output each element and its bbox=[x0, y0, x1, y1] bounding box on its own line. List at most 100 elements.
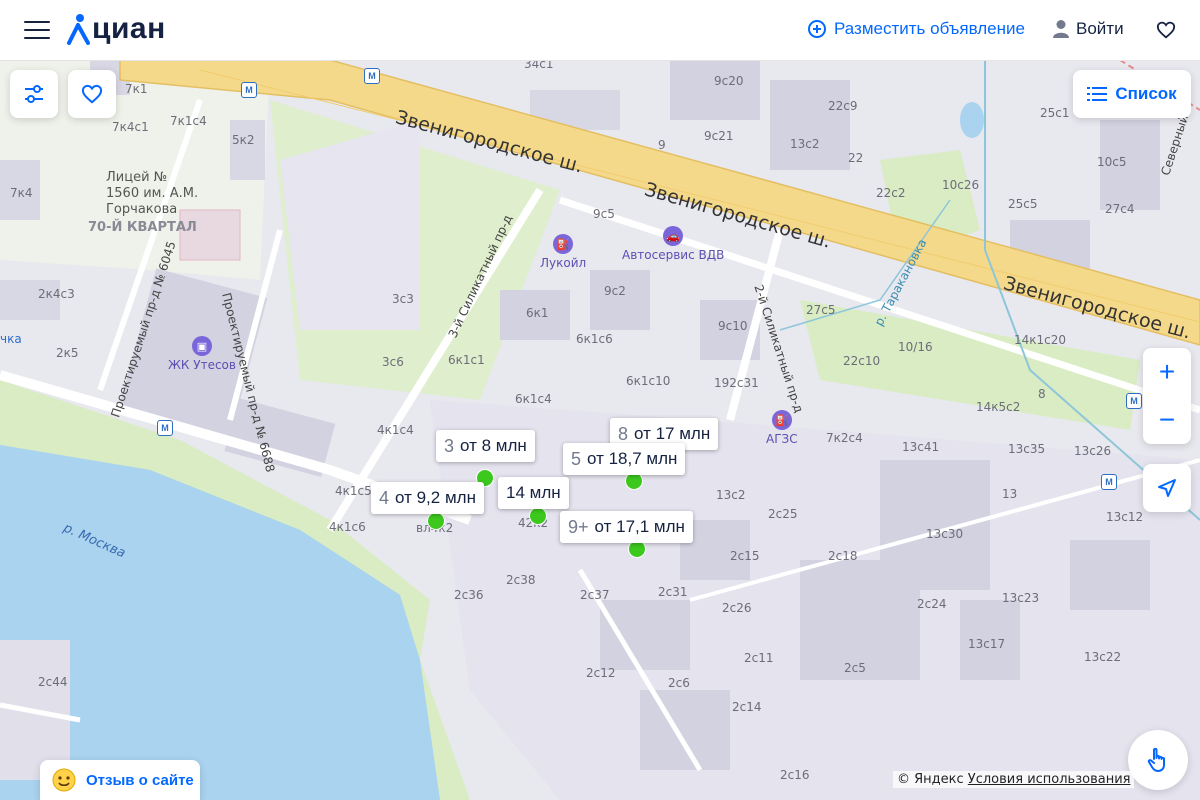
favorites-button[interactable] bbox=[1156, 21, 1176, 44]
listing-price: от 17,1 млн bbox=[594, 517, 685, 536]
building-label: 192с31 bbox=[714, 376, 759, 390]
building-label: 13с41 bbox=[902, 440, 940, 454]
listing-marker-dot[interactable] bbox=[427, 512, 445, 530]
post-ad-label: Разместить объявление bbox=[834, 19, 1025, 38]
poi-agzs[interactable]: ⛽ АГЗС bbox=[766, 410, 798, 446]
metro-icon: M bbox=[1101, 474, 1117, 490]
map-attribution: © Яндекс Условия использования bbox=[893, 771, 1135, 788]
map-canvas[interactable]: Звенигородское ш. Звенигородское ш. Звен… bbox=[0, 0, 1200, 800]
geolocation-button[interactable] bbox=[1143, 464, 1191, 512]
building-label: 13с35 bbox=[1008, 442, 1046, 456]
listing-price: от 17 млн bbox=[634, 424, 711, 443]
building-label: 4к1с6 bbox=[329, 520, 366, 534]
building-label: 5к2 bbox=[232, 133, 255, 147]
listing-count: 9+ bbox=[568, 516, 589, 537]
building-label: 2с38 bbox=[506, 573, 536, 587]
school-label: Лицей № 1560 им. А.М. Горчакова bbox=[106, 170, 199, 217]
building-label: 7к4с1 bbox=[112, 120, 149, 134]
building-label: 4к1с5 bbox=[335, 484, 372, 498]
site-feedback-button[interactable]: Отзыв о сайте bbox=[40, 760, 200, 800]
filters-button[interactable] bbox=[10, 70, 58, 118]
price-label[interactable]: 5 от 18,7 млн bbox=[563, 443, 686, 475]
building-label: 22с9 bbox=[828, 99, 858, 113]
fuel-icon: ⛽ bbox=[553, 234, 574, 254]
building-label: 9с5 bbox=[593, 207, 615, 221]
building-label: 13с26 bbox=[1074, 444, 1112, 458]
price-label[interactable]: 9+ от 17,1 млн bbox=[560, 511, 693, 543]
zoom-in-button[interactable]: + bbox=[1143, 348, 1191, 396]
building-label: 2с44 bbox=[38, 675, 68, 689]
building-label: 6к1с4 bbox=[515, 392, 552, 406]
list-icon bbox=[1087, 87, 1108, 101]
building-label: 2с31 bbox=[658, 585, 688, 599]
briefcase-icon: ▣ bbox=[191, 336, 212, 356]
smiley-icon bbox=[52, 768, 76, 792]
terms-link[interactable]: Условия использования bbox=[968, 772, 1131, 787]
listing-price: 14 млн bbox=[506, 483, 561, 502]
building-label: 13 bbox=[1002, 487, 1018, 501]
building-label: 2с5 bbox=[844, 661, 866, 675]
building-label: 9с20 bbox=[714, 74, 744, 88]
price-label[interactable]: 4 от 9,2 млн bbox=[371, 482, 484, 514]
price-label[interactable]: 14 млн bbox=[498, 477, 569, 509]
building-label: 25с5 bbox=[1008, 197, 1038, 211]
listing-marker-dot[interactable] bbox=[529, 507, 547, 525]
building-label: 27с4 bbox=[1105, 202, 1135, 216]
building-label: 22с2 bbox=[876, 186, 906, 200]
building-label: 25с1 bbox=[1040, 106, 1070, 120]
building-label: 2с15 bbox=[730, 549, 760, 563]
zoom-controls: + − bbox=[1143, 348, 1191, 444]
building-label: 13с17 bbox=[968, 637, 1006, 651]
building-label: 13с12 bbox=[1106, 510, 1144, 524]
listing-count: 8 bbox=[618, 423, 629, 444]
heart-icon bbox=[81, 84, 103, 104]
hand-pointer-icon bbox=[1147, 747, 1165, 772]
menu-icon[interactable] bbox=[24, 21, 50, 39]
building-label: 2с36 bbox=[454, 588, 484, 602]
building-label: 9с10 bbox=[718, 319, 748, 333]
listing-price: от 18,7 млн bbox=[587, 449, 678, 468]
building-label: 7к1с4 bbox=[170, 114, 207, 128]
building-label: 6к1с1 bbox=[448, 353, 485, 367]
zoom-out-button[interactable]: − bbox=[1143, 396, 1191, 444]
building-label: 14к1с20 bbox=[1014, 333, 1067, 347]
listing-count: 3 bbox=[444, 435, 455, 456]
fuel-icon: ⛽ bbox=[771, 410, 792, 430]
draw-area-button[interactable] bbox=[1128, 730, 1188, 790]
building-label: 2с24 bbox=[917, 597, 947, 611]
top-header: циан Разместить объявление Войти bbox=[0, 0, 1200, 61]
building-label: 2с37 bbox=[580, 588, 610, 602]
price-label[interactable]: 3 от 8 млн bbox=[436, 430, 535, 462]
building-label: 3с6 bbox=[382, 355, 404, 369]
post-ad-button[interactable]: Разместить объявление bbox=[808, 19, 1025, 39]
saved-search-button[interactable] bbox=[68, 70, 116, 118]
building-label: 7к1 bbox=[125, 82, 148, 96]
list-view-label: Список bbox=[1115, 84, 1177, 103]
login-button[interactable]: Войти bbox=[1052, 19, 1124, 39]
list-view-button[interactable]: Список bbox=[1073, 70, 1191, 118]
building-label: 10/16 bbox=[898, 340, 933, 354]
poi-car-service[interactable]: 🚗 Автосервис ВДВ bbox=[622, 226, 724, 262]
building-label: 27с5 bbox=[806, 303, 836, 317]
listing-count: 5 bbox=[571, 448, 582, 469]
building-label: 2с12 bbox=[586, 666, 616, 680]
building-label: 8 bbox=[1038, 387, 1046, 401]
poi-jk-utesov[interactable]: ▣ ЖК Утесов bbox=[168, 336, 236, 372]
site-feedback-label: Отзыв о сайте bbox=[86, 771, 194, 789]
logo-text: циан bbox=[92, 12, 166, 45]
building-label: 9с2 bbox=[604, 284, 626, 298]
building-label: 7к4 bbox=[10, 186, 33, 200]
building-label: 2к5 bbox=[56, 346, 79, 360]
building-label: 22 bbox=[848, 151, 864, 165]
building-label: 7к2с4 bbox=[826, 431, 863, 445]
district-label: 70-Й КВАРТАЛ bbox=[88, 220, 197, 235]
metro-icon: M bbox=[364, 68, 380, 84]
cian-logo[interactable]: циан bbox=[66, 12, 166, 46]
building-label: 13с30 bbox=[926, 527, 964, 541]
metro-icon: M bbox=[157, 420, 173, 436]
listing-count: 4 bbox=[379, 487, 390, 508]
listing-price: от 8 млн bbox=[460, 436, 527, 455]
poi-lukoil[interactable]: ⛽ Лукойл bbox=[540, 234, 586, 270]
building-label: 4к1с4 bbox=[377, 423, 414, 437]
sliders-icon bbox=[25, 85, 43, 103]
